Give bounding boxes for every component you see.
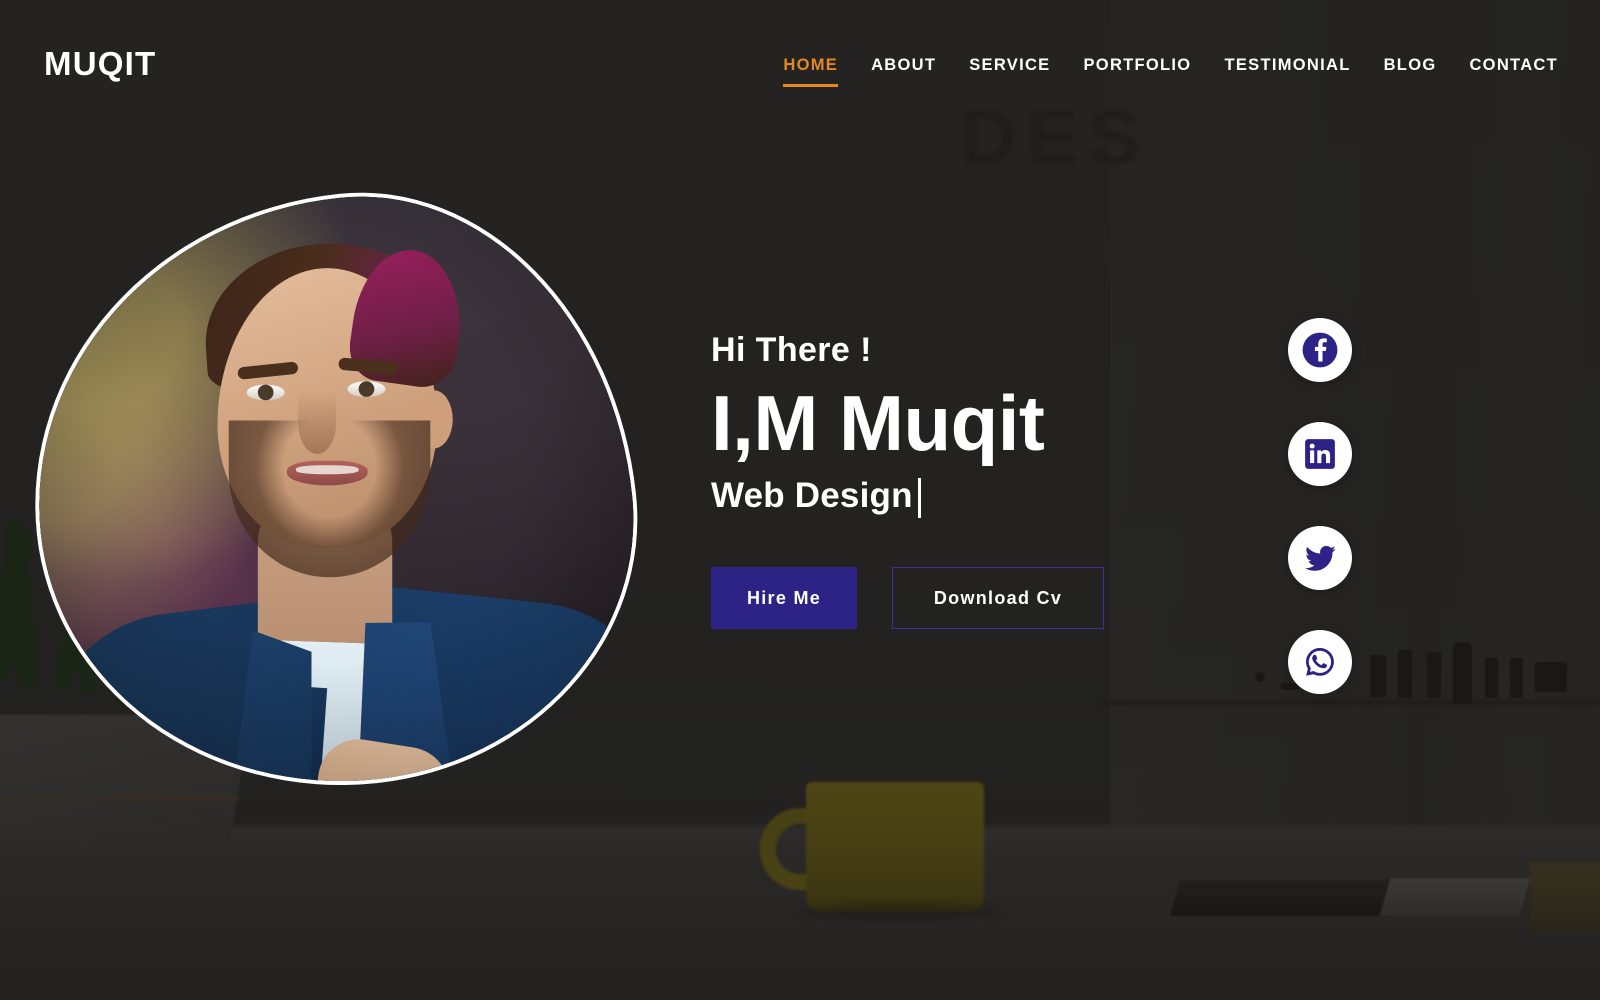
linkedin-icon xyxy=(1303,437,1337,471)
nav-item-home[interactable]: HOME xyxy=(783,54,871,76)
site-logo[interactable]: MUQIT xyxy=(44,45,156,83)
nav-item-blog[interactable]: BLOG xyxy=(1384,54,1470,76)
portrait-blob-frame xyxy=(4,166,664,816)
nav-item-portfolio[interactable]: PORTFOLIO xyxy=(1084,54,1225,76)
hero-greeting: Hi There ! xyxy=(711,331,872,369)
social-links xyxy=(1288,318,1352,694)
main-navigation: HOME ABOUT SERVICE PORTFOLIO TESTIMONIAL… xyxy=(783,54,1558,76)
nav-item-about[interactable]: ABOUT xyxy=(871,54,969,76)
social-link-linkedin[interactable] xyxy=(1288,422,1352,486)
social-link-facebook[interactable] xyxy=(1288,318,1352,382)
hire-me-button[interactable]: Hire Me xyxy=(711,567,857,630)
whatsapp-icon xyxy=(1302,644,1338,680)
facebook-icon xyxy=(1301,331,1339,369)
hero-role-row: Web Design xyxy=(711,469,1104,523)
nav-active-underline xyxy=(783,84,839,87)
hero-section: DES MUQIT xyxy=(0,0,1600,1000)
typing-cursor xyxy=(917,478,921,519)
download-cv-button[interactable]: Download Cv xyxy=(892,567,1104,630)
hero-role: Web Design xyxy=(711,476,913,516)
site-header: MUQIT HOME ABOUT SERVICE PORTFOLIO TESTI… xyxy=(0,0,1600,130)
nav-item-testimonial[interactable]: TESTIMONIAL xyxy=(1224,54,1383,76)
portrait-blob xyxy=(4,166,664,816)
social-link-twitter[interactable] xyxy=(1288,526,1352,590)
hero-content: Hi There ! I,M Muqit Web Design Hire Me … xyxy=(711,330,1104,630)
social-link-whatsapp[interactable] xyxy=(1288,630,1352,694)
portrait-image xyxy=(4,166,664,816)
hero-name: I,M Muqit xyxy=(711,378,1045,467)
twitter-icon xyxy=(1302,540,1338,576)
nav-item-contact[interactable]: CONTACT xyxy=(1469,54,1558,76)
hero-actions: Hire Me Download Cv xyxy=(711,567,1104,630)
nav-item-service[interactable]: SERVICE xyxy=(969,54,1083,76)
